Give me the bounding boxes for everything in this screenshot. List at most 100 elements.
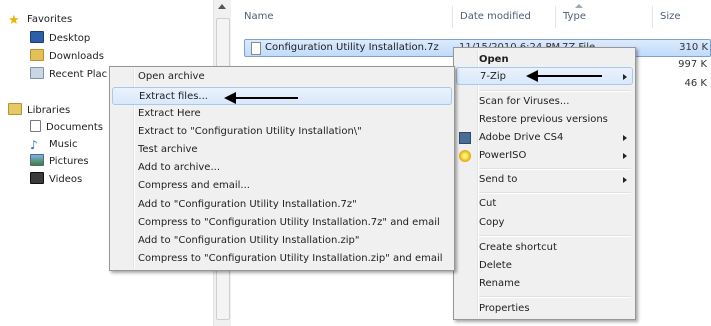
- column-separator[interactable]: [555, 6, 556, 28]
- nav-label: Documents: [46, 122, 104, 133]
- menu-separator: [479, 90, 631, 92]
- menu-label: Restore previous versions: [479, 114, 608, 125]
- column-header-date-modified[interactable]: Date modified: [460, 11, 531, 22]
- menu-item-extract-to[interactable]: Extract to "Configuration Utility Instal…: [138, 123, 448, 141]
- column-header-type[interactable]: Type: [563, 11, 586, 22]
- menu-label: Extract Here: [138, 108, 201, 119]
- menu-item-poweriso[interactable]: PowerISO: [479, 147, 629, 165]
- nav-item-documents[interactable]: Documents: [30, 120, 103, 136]
- pictures-icon: [30, 154, 44, 166]
- column-header-size[interactable]: Size: [660, 11, 681, 22]
- documents-icon: [30, 120, 41, 132]
- menu-label: Compress to "Configuration Utility Insta…: [138, 217, 440, 228]
- nav-item-favorites[interactable]: ★ Favorites: [8, 12, 72, 28]
- menu-label: Send to: [479, 174, 518, 185]
- menu-item-adobe-drive[interactable]: Adobe Drive CS4: [479, 129, 629, 147]
- nav-item-desktop[interactable]: Desktop: [30, 31, 90, 47]
- menu-label: Open archive: [138, 71, 205, 82]
- column-separator[interactable]: [452, 6, 453, 28]
- menu-item-cut[interactable]: Cut: [479, 195, 629, 213]
- menu-label: Scan for Viruses...: [479, 96, 570, 107]
- menu-item-extract-here[interactable]: Extract Here: [138, 105, 448, 123]
- submenu-arrow-icon: [623, 135, 627, 141]
- menu-label: 7-Zip: [480, 71, 506, 82]
- menu-label: Extract files...: [139, 91, 208, 102]
- menu-label: Properties: [479, 303, 530, 314]
- menu-item-create-shortcut[interactable]: Create shortcut: [479, 239, 629, 257]
- nav-label: Desktop: [49, 33, 91, 44]
- nav-label: Pictures: [49, 156, 89, 167]
- nav-item-downloads[interactable]: Downloads: [30, 49, 104, 65]
- menu-item-properties[interactable]: Properties: [479, 300, 629, 318]
- file-size: 310 K: [679, 42, 708, 53]
- recent-places-icon: [30, 67, 44, 79]
- nav-item-libraries[interactable]: Libraries: [8, 103, 70, 119]
- menu-label: Open: [479, 54, 509, 65]
- music-icon: ♪: [30, 138, 38, 152]
- menu-separator: [479, 296, 631, 298]
- desktop-icon: [30, 31, 44, 43]
- sort-ascending-icon: [575, 4, 583, 8]
- menu-item-compress-zip-email[interactable]: Compress to "Configuration Utility Insta…: [138, 250, 448, 268]
- submenu-arrow-icon: [623, 153, 627, 159]
- videos-icon: [30, 172, 44, 184]
- nav-label: Music: [49, 139, 78, 150]
- submenu-arrow-icon: [623, 177, 627, 183]
- menu-item-open-archive[interactable]: Open archive: [138, 68, 448, 86]
- star-icon: ★: [8, 13, 20, 28]
- menu-item-scan-viruses[interactable]: Scan for Viruses...: [479, 93, 629, 111]
- menu-label: Create shortcut: [479, 242, 557, 253]
- menu-label: Compress and email...: [138, 180, 250, 191]
- nav-item-pictures[interactable]: Pictures: [30, 154, 89, 170]
- menu-label: Compress to "Configuration Utility Insta…: [138, 253, 443, 264]
- menu-label: Adobe Drive CS4: [479, 132, 564, 143]
- menu-item-restore-versions[interactable]: Restore previous versions: [479, 111, 629, 129]
- menu-label: Delete: [479, 260, 512, 271]
- menu-label: Test archive: [138, 144, 198, 155]
- nav-label: Downloads: [49, 51, 104, 62]
- nav-item-music[interactable]: ♪ Music: [30, 137, 77, 153]
- nav-label: Favorites: [27, 14, 73, 25]
- downloads-folder-icon: [30, 49, 44, 61]
- archive-file-icon: [251, 42, 261, 55]
- menu-label: Rename: [479, 278, 521, 289]
- libraries-icon: [8, 103, 22, 115]
- menu-label: Extract to "Configuration Utility Instal…: [138, 126, 362, 137]
- nav-item-videos[interactable]: Videos: [30, 172, 82, 188]
- menu-label: Add to archive...: [138, 162, 220, 173]
- annotation-arrow-icon: [224, 92, 298, 104]
- file-size: 997 K: [678, 59, 707, 70]
- poweriso-icon: [459, 150, 471, 162]
- menu-separator: [479, 235, 631, 237]
- submenu-arrow-icon: [623, 74, 627, 80]
- column-separator[interactable]: [652, 6, 653, 28]
- scroll-up-arrow-icon[interactable]: [218, 4, 226, 9]
- menu-item-copy[interactable]: Copy: [479, 214, 629, 232]
- annotation-arrow-icon: [526, 70, 602, 82]
- file-size: 46 K: [684, 78, 707, 89]
- menu-item-delete[interactable]: Delete: [479, 257, 629, 275]
- menu-item-add-to-zip[interactable]: Add to "Configuration Utility Installati…: [138, 232, 448, 250]
- menu-label: Copy: [479, 217, 505, 228]
- column-headers: Name Date modified Type Size: [231, 0, 711, 32]
- menu-label: Add to "Configuration Utility Installati…: [138, 199, 357, 210]
- nav-item-recent-places[interactable]: Recent Plac: [30, 67, 107, 83]
- menu-item-send-to[interactable]: Send to: [479, 171, 629, 189]
- menu-label: PowerISO: [479, 150, 527, 161]
- adobe-drive-icon: [459, 132, 471, 144]
- menu-item-compress-7z-email[interactable]: Compress to "Configuration Utility Insta…: [138, 214, 448, 232]
- menu-item-add-to-archive[interactable]: Add to archive...: [138, 159, 448, 177]
- nav-label: Recent Plac: [49, 69, 108, 80]
- menu-item-add-to-7z[interactable]: Add to "Configuration Utility Installati…: [138, 196, 448, 214]
- menu-item-test-archive[interactable]: Test archive: [138, 141, 448, 159]
- shell-context-menu: Open 7-Zip Scan for Viruses... Restore p…: [453, 47, 636, 320]
- menu-separator: [479, 168, 631, 170]
- file-name: Configuration Utility Installation.7z: [265, 42, 439, 53]
- column-header-name[interactable]: Name: [244, 11, 274, 22]
- menu-item-compress-email[interactable]: Compress and email...: [138, 177, 448, 195]
- nav-label: Videos: [49, 174, 83, 185]
- menu-item-rename[interactable]: Rename: [479, 275, 629, 293]
- menu-label: Cut: [479, 198, 497, 209]
- nav-label: Libraries: [27, 105, 71, 116]
- menu-separator: [479, 192, 631, 194]
